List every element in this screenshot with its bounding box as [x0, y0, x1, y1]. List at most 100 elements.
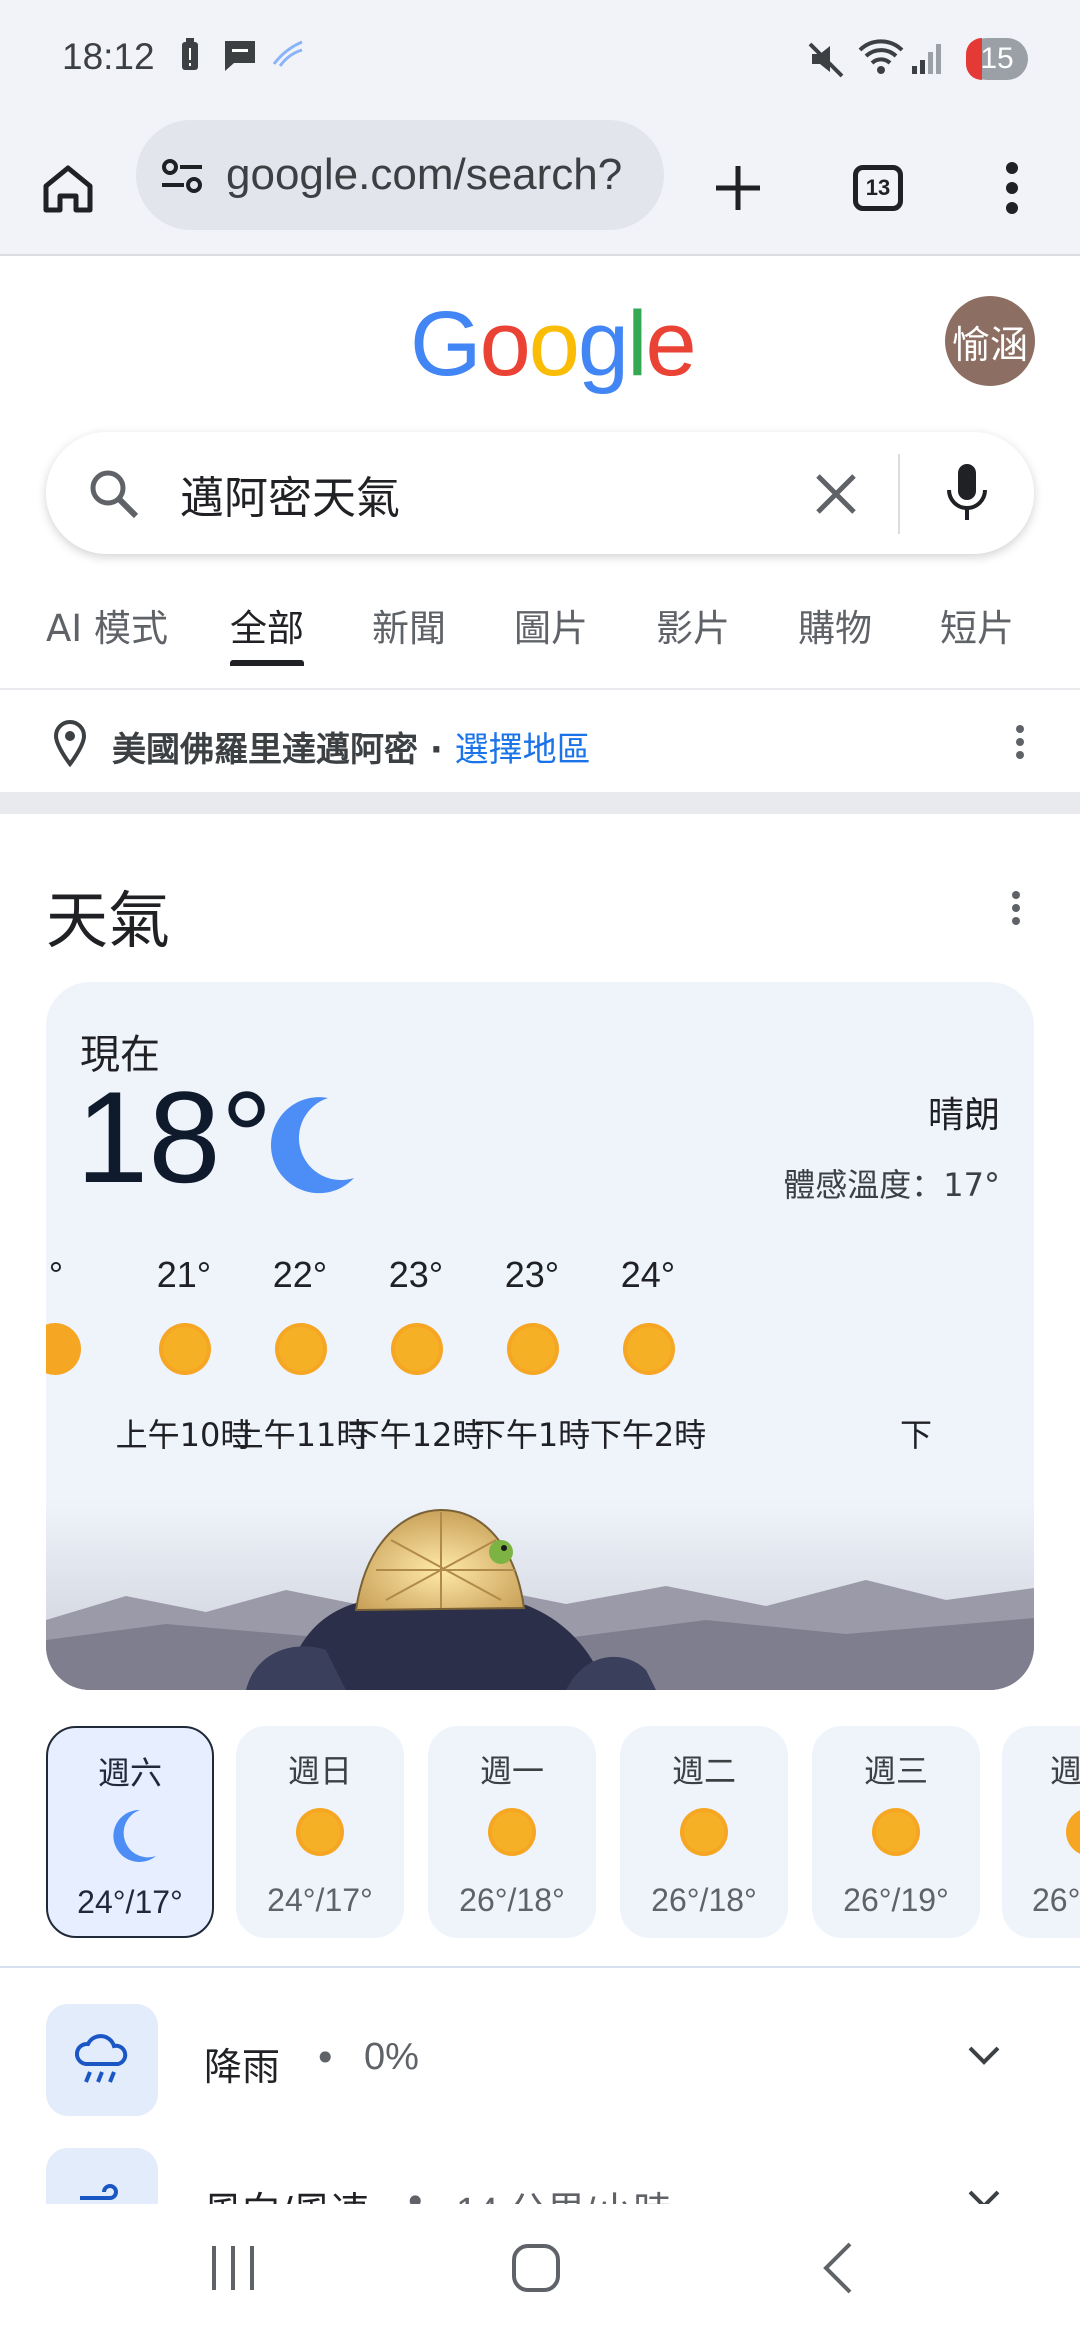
voice-search-button[interactable] [932, 458, 1002, 528]
day-temp-range: 26°/19° [843, 1882, 949, 1918]
weather-more-button[interactable] [996, 878, 1036, 938]
hourly-time: 下 [900, 1416, 933, 1454]
logo-letter: g [577, 293, 629, 395]
account-avatar[interactable]: 愉涵 [945, 296, 1035, 386]
location-text: 美國佛羅里達邁阿密 · 選擇地區 [112, 722, 591, 771]
search-icon [82, 462, 146, 526]
day-forecast[interactable]: 週 26° [1002, 1726, 1080, 1938]
tab-shorts[interactable]: 短片 [940, 598, 1014, 652]
mic-icon [947, 464, 987, 520]
logo-letter: G [410, 293, 482, 395]
recent-apps-icon[interactable] [208, 2240, 258, 2296]
sun-icon [46, 1323, 81, 1375]
sun-icon [488, 1808, 536, 1856]
feels-like: 體感溫度：17° [783, 1166, 1000, 1204]
search-box[interactable]: 邁阿密天氣 [46, 432, 1034, 554]
sun-icon [275, 1323, 327, 1375]
location-place: 美國佛羅里達邁阿密 [112, 730, 418, 770]
precipitation-row[interactable]: 降雨 • 0% [0, 2004, 1080, 2134]
sun-icon [623, 1323, 675, 1375]
status-time: 18:12 [62, 36, 155, 77]
rain-icon [75, 2034, 128, 2083]
signal-icon [912, 44, 941, 74]
home-button[interactable] [28, 148, 108, 228]
weather-title: 天氣 [46, 884, 171, 957]
tab-ai-mode[interactable]: AI 模式 [46, 598, 168, 652]
mute-icon [808, 42, 844, 78]
site-settings-icon[interactable] [158, 155, 206, 195]
tab-switcher-button[interactable]: 13 [838, 148, 918, 228]
plus-icon [716, 166, 760, 210]
tab-count: 13 [853, 165, 903, 211]
search-tabs: AI 模式 全部 新聞 圖片 影片 購物 短片 [0, 590, 1080, 690]
moon-icon [113, 1809, 156, 1862]
back-icon[interactable] [818, 2240, 858, 2296]
tab-images[interactable]: 圖片 [514, 598, 588, 652]
wind-icon [80, 2184, 118, 2200]
section-divider [0, 792, 1080, 814]
sun-icon [507, 1323, 559, 1375]
day-temp-range: 24°/17° [267, 1882, 373, 1918]
tab-news[interactable]: 新聞 [372, 598, 446, 652]
logo-letter: o [528, 293, 580, 395]
day-forecast[interactable]: 週三 26°/19° [812, 1726, 980, 1938]
wind-row[interactable]: 風向/風速 • 14 公里/小時 [0, 2148, 1080, 2204]
day-name: 週三 [863, 1752, 928, 1790]
wind-icon-box [46, 2148, 158, 2204]
day-temp-range: 26°/18° [651, 1882, 757, 1918]
chevron-down-icon[interactable] [962, 2034, 1006, 2078]
day-temp-range: 26° [1032, 1882, 1080, 1918]
address-bar[interactable]: google.com/search? [136, 120, 664, 230]
new-tab-button[interactable] [698, 148, 778, 228]
app-notification-icon [272, 40, 303, 67]
wind-label: 風向/風速 [204, 2180, 369, 2204]
more-vert-icon [1006, 162, 1018, 214]
more-menu-button[interactable] [972, 148, 1052, 228]
tab-all[interactable]: 全部 [230, 598, 304, 652]
tab-shopping[interactable]: 購物 [798, 598, 872, 652]
google-logo[interactable]: Google [410, 292, 697, 397]
location-more-button[interactable] [1000, 712, 1040, 772]
browser-toolbar: google.com/search? 13 [0, 120, 1080, 256]
day-forecast[interactable]: 週二 26°/18° [620, 1726, 788, 1938]
status-bar: 18:12 15 [0, 0, 1080, 120]
choose-region-link[interactable]: 選擇地區 [455, 730, 591, 770]
day-forecast-selected[interactable]: 週六 24°/17° [46, 1726, 214, 1938]
search-divider [898, 454, 900, 534]
day-forecast[interactable]: 週一 26°/18° [428, 1726, 596, 1938]
day-name: 週日 [287, 1752, 352, 1790]
hourly-time: 下午2時 [589, 1416, 707, 1454]
day-name: 週 [1050, 1752, 1080, 1790]
weather-card: 現在 18° 晴朗 體感溫度：17° ° 21° 22° 23° 23° 24°… [46, 982, 1034, 1690]
clear-button[interactable] [806, 464, 866, 524]
forecast-separator [0, 1966, 1080, 1968]
wifi-icon [858, 39, 904, 74]
tab-videos[interactable]: 影片 [656, 598, 730, 652]
moon-icon [271, 1097, 354, 1194]
day-forecast[interactable]: 週日 24°/17° [236, 1726, 404, 1938]
home-icon [43, 165, 93, 213]
sun-icon [872, 1808, 920, 1856]
location-row: 美國佛羅里達邁阿密 · 選擇地區 [0, 692, 1080, 792]
home-nav-icon[interactable] [508, 2240, 564, 2296]
separator-dot: • [314, 2036, 337, 2080]
sun-icon [296, 1808, 344, 1856]
chevron-down-icon[interactable] [962, 2178, 1006, 2204]
notification-count-badge: 15 [966, 38, 1028, 80]
search-query[interactable]: 邁阿密天氣 [180, 462, 400, 526]
separator-dot: • [404, 2180, 427, 2204]
system-nav-bar [0, 2204, 1080, 2340]
day-name: 週六 [97, 1754, 162, 1792]
precipitation-label: 降雨 [204, 2045, 281, 2089]
wind-value: 14 公里/小時 [456, 2180, 671, 2204]
url-text[interactable]: google.com/search? [226, 150, 622, 200]
logo-letter: o [479, 293, 531, 395]
logo-letter: l [627, 293, 648, 395]
message-icon [225, 41, 255, 71]
day-temp-range: 26°/18° [459, 1882, 565, 1918]
rain-icon-box [46, 2004, 158, 2116]
sun-icon [391, 1323, 443, 1375]
sun-icon [159, 1323, 211, 1375]
active-tab-indicator [230, 660, 304, 666]
day-temp-range: 24°/17° [77, 1884, 183, 1920]
